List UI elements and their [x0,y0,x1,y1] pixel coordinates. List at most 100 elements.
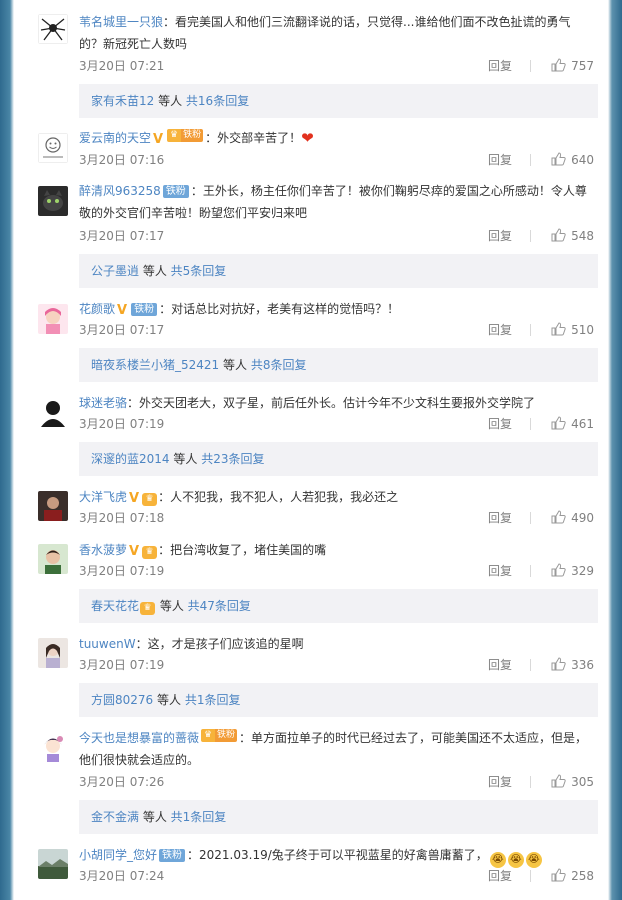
avatar[interactable] [38,304,68,334]
comment-date: 3月20日 07:21 [79,59,165,73]
thumbs-up-icon [551,510,566,524]
username-link[interactable]: 今天也是想暴富的蔷薇 [79,731,199,745]
reply-thread-box: 方圆80276 等人 共1条回复 [79,683,598,717]
reply-button[interactable]: 回复 [488,772,512,792]
avatar[interactable] [38,133,68,163]
cartoon-girl-avatar-icon [38,732,68,762]
more-replies-link[interactable]: 共1条回复 [171,810,227,824]
fan-badge: 铁粉 [131,303,158,316]
like-button[interactable]: 640 [551,150,594,170]
heart-icon: ❤ [301,129,314,147]
comment-text: 苇名城里一只狼：看完美国人和他们三流翻译说的话，只觉得...谁给他们面不改色扯谎… [79,11,594,55]
reply-button[interactable]: 回复 [488,150,512,170]
avatar[interactable] [38,732,68,762]
comment-date: 3月20日 07:26 [79,775,165,789]
comment-meta: 3月20日 07:18 回复 490 [79,508,594,528]
comment-date: 3月20日 07:19 [79,658,165,672]
more-replies-link[interactable]: 共5条回复 [171,264,227,278]
username-link[interactable]: 大洋飞虎 [79,490,127,504]
like-button[interactable]: 329 [551,561,594,581]
avatar[interactable] [38,544,68,574]
reply-button[interactable]: 回复 [488,56,512,76]
landscape-avatar-icon [38,849,68,879]
username-link[interactable]: 醉清风963258 [79,184,161,198]
crown-badge-icon: ♛ [140,602,156,615]
like-count: 336 [571,658,594,672]
avatar[interactable] [38,397,68,427]
divider [530,154,531,166]
comment-text: 花颜歌 V 铁粉 ：对话总比对抗好，老美有这样的觉悟吗？！ [79,298,594,322]
like-count: 490 [571,511,594,525]
reply-button[interactable]: 回复 [488,655,512,675]
spider-avatar-icon [38,14,68,44]
more-replies-link[interactable]: 共47条回复 [188,599,251,613]
verified-v-icon: V [129,491,140,506]
comment-body: ：这，才是孩子们应该追的星啊 [135,637,304,651]
username-link[interactable]: 爱云南的天空 [79,131,151,145]
avatar[interactable] [38,491,68,521]
more-replies-link[interactable]: 共8条回复 [251,358,307,372]
avatar[interactable] [38,638,68,668]
reply-thread-box: 公子墨逍 等人 共5条回复 [79,254,598,288]
divider [530,565,531,577]
avatar[interactable] [38,849,68,879]
divider [530,60,531,72]
comment-text: 大洋飞虎 V ♛ ：人不犯我，我不犯人，人若犯我，我必还之 [79,486,594,510]
like-button[interactable]: 510 [551,320,594,340]
comment-meta: 3月20日 07:19 回复 461 [79,414,594,434]
like-button[interactable]: 490 [551,508,594,528]
divider [530,324,531,336]
comment-meta: 3月20日 07:17 回复 548 [79,226,594,246]
thread-username[interactable]: 暗夜系楼兰小猪_52421 [91,358,219,372]
avatar[interactable] [38,186,68,216]
like-button[interactable]: 757 [551,56,594,76]
thread-username[interactable]: 方圆80276 [91,693,153,707]
thread-username[interactable]: 深邃的蓝2014 [91,452,170,466]
crown-icon: ♛ [201,729,216,742]
reply-button[interactable]: 回复 [488,414,512,434]
more-replies-link[interactable]: 共16条回复 [186,94,249,108]
thread-text: 等人 [169,452,202,466]
thread-username[interactable]: 金不金满 [91,810,139,824]
thread-text: 等人 [153,693,185,707]
username-link[interactable]: 香水菠萝 [79,543,127,557]
reply-button[interactable]: 回复 [488,226,512,246]
username-link[interactable]: 花颜歌 [79,302,115,316]
username-link[interactable]: tuuwenW [79,637,136,651]
verified-v-icon: V [129,544,140,559]
username-link[interactable]: 球迷老骆 [79,396,127,410]
reply-button[interactable]: 回复 [488,320,512,340]
portrait-avatar-icon [38,638,68,668]
avatar[interactable] [38,14,68,44]
divider [530,870,531,882]
divider [530,418,531,430]
thread-text: 等人 [139,810,171,824]
username-link[interactable]: 小胡同学_您好 [79,848,157,862]
more-replies-link[interactable]: 共23条回复 [201,452,264,466]
thread-username[interactable]: 家有禾苗12 [91,94,154,108]
smiley-avatar-icon [38,133,68,163]
thread-username[interactable]: 春天花花 [91,599,139,613]
thumbs-up-icon [551,657,566,671]
like-button[interactable]: 305 [551,772,594,792]
reply-button[interactable]: 回复 [488,866,512,886]
comment-body: ：对话总比对抗好，老美有这样的觉悟吗？！ [159,302,400,316]
reply-button[interactable]: 回复 [488,508,512,528]
thumbs-up-icon [551,58,566,72]
like-count: 258 [571,869,594,883]
like-button[interactable]: 258 [551,866,594,886]
reply-button[interactable]: 回复 [488,561,512,581]
like-button[interactable]: 336 [551,655,594,675]
like-button[interactable]: 548 [551,226,594,246]
comment-meta: 3月20日 07:24 回复 258 [79,866,594,886]
comment-meta: 3月20日 07:26 回复 305 [79,772,594,792]
like-button[interactable]: 461 [551,414,594,434]
thread-username[interactable]: 公子墨逍 [91,264,139,278]
divider [530,230,531,242]
comment-text: 香水菠萝 V ♛ ：把台湾收复了，堵住美国的嘴 [79,539,594,563]
like-count: 305 [571,775,594,789]
thread-text: 等人 [156,599,188,613]
crown-icon: ♛ [167,129,182,142]
more-replies-link[interactable]: 共1条回复 [185,693,241,707]
username-link[interactable]: 苇名城里一只狼 [79,15,163,29]
